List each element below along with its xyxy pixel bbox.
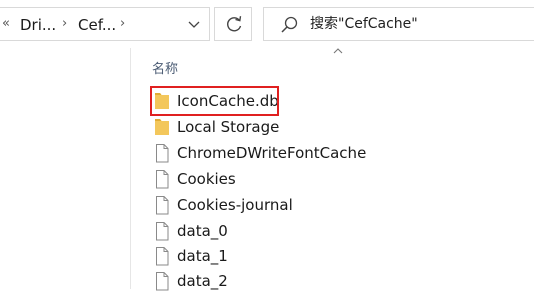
address-dropdown-button[interactable] <box>180 10 208 38</box>
pane-divider <box>130 48 131 289</box>
file-name: data_1 <box>177 247 228 265</box>
file-icon <box>156 170 169 189</box>
refresh-button[interactable] <box>214 7 252 41</box>
address-bar[interactable]: « Dri... › Cef... › <box>0 7 210 41</box>
search-input[interactable] <box>310 14 520 34</box>
explorer-toolbar: « Dri... › Cef... › <box>0 0 534 48</box>
list-item[interactable]: data_2 <box>148 268 508 294</box>
breadcrumb-overflow-icon[interactable]: « <box>2 16 10 31</box>
list-item[interactable]: Local Storage <box>148 114 508 140</box>
file-name: Cookies-journal <box>177 196 293 214</box>
file-icon <box>156 196 169 215</box>
list-item[interactable]: data_1 <box>148 243 508 269</box>
file-icon <box>156 222 169 241</box>
chevron-right-icon[interactable]: › <box>62 16 67 31</box>
file-icon <box>156 247 169 266</box>
sort-ascending-icon[interactable] <box>332 46 344 54</box>
chevron-down-icon <box>188 21 200 28</box>
highlight-box <box>150 86 279 116</box>
file-name: data_0 <box>177 222 228 240</box>
list-item[interactable]: Cookies <box>148 166 508 192</box>
file-icon <box>156 144 169 163</box>
breadcrumb-item-drive[interactable]: Dri... <box>20 16 56 34</box>
breadcrumb-item-cef[interactable]: Cef... <box>78 16 116 34</box>
file-name: data_2 <box>177 272 228 290</box>
refresh-icon <box>227 16 242 32</box>
search-box[interactable] <box>263 7 534 41</box>
list-item[interactable]: data_0 <box>148 218 508 244</box>
file-name: ChromeDWriteFontCache <box>177 144 367 162</box>
list-item[interactable]: Cookies-journal <box>148 192 508 218</box>
column-header-name[interactable]: 名称 <box>152 58 178 77</box>
file-name: Local Storage <box>177 118 280 136</box>
file-name: Cookies <box>177 170 236 188</box>
file-icon <box>156 272 169 291</box>
search-icon <box>281 16 298 33</box>
list-item[interactable]: ChromeDWriteFontCache <box>148 140 508 166</box>
folder-icon <box>155 119 169 135</box>
chevron-right-icon[interactable]: › <box>120 16 125 31</box>
